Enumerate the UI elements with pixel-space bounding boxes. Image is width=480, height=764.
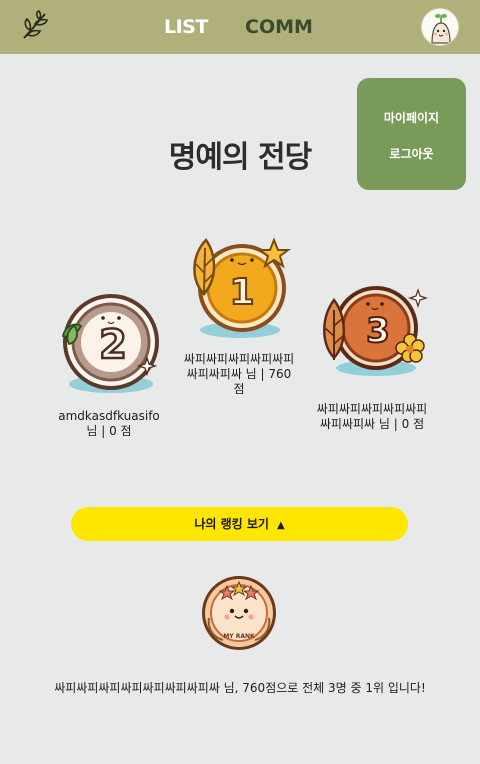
my-ranking-summary: 싸피싸피싸피싸피싸피싸피싸피싸 님, 760점으로 전체 3명 중 1위 입니다…: [54, 681, 426, 695]
silver-medal-icon: 2: [61, 294, 159, 393]
nav-list-link[interactable]: LIST: [164, 16, 208, 38]
my-rank-badge-icon: MY RANK: [202, 576, 276, 650]
mypage-link[interactable]: 마이페이지: [357, 109, 466, 126]
bronze-medal-icon: 3: [323, 286, 428, 376]
leaf-branch-icon[interactable]: [20, 10, 50, 42]
bronze-medal-number: 3: [366, 311, 390, 351]
silver-medal-number: 2: [99, 322, 127, 368]
my-rank-badge-label: MY RANK: [223, 633, 255, 640]
my-ranking-button-label: 나의 랭킹 보기: [194, 517, 269, 531]
top-navigation-bar: LIST COMM: [0, 0, 480, 54]
user-avatar[interactable]: [421, 8, 459, 46]
rank-1-text: 싸피싸피싸피싸피싸피싸피싸피싸 님 | 760 점: [183, 352, 295, 396]
nav-comm-link[interactable]: COMM: [245, 16, 313, 38]
rank-3-text: 싸피싸피싸피싸피싸피싸피싸피싸 님 | 0 점: [316, 402, 428, 431]
triangle-up-icon: ▲: [276, 520, 285, 531]
page-title: 명예의 전당: [168, 140, 312, 175]
my-ranking-toggle-button[interactable]: 나의 랭킹 보기 ▲: [71, 507, 408, 541]
rank-2-text: amdkasdfkuasifo 님 | 0 점: [58, 409, 160, 438]
gold-medal-number: 1: [229, 272, 254, 313]
sprout-avatar-icon: [431, 14, 451, 44]
gold-medal-icon: 1: [193, 237, 291, 338]
